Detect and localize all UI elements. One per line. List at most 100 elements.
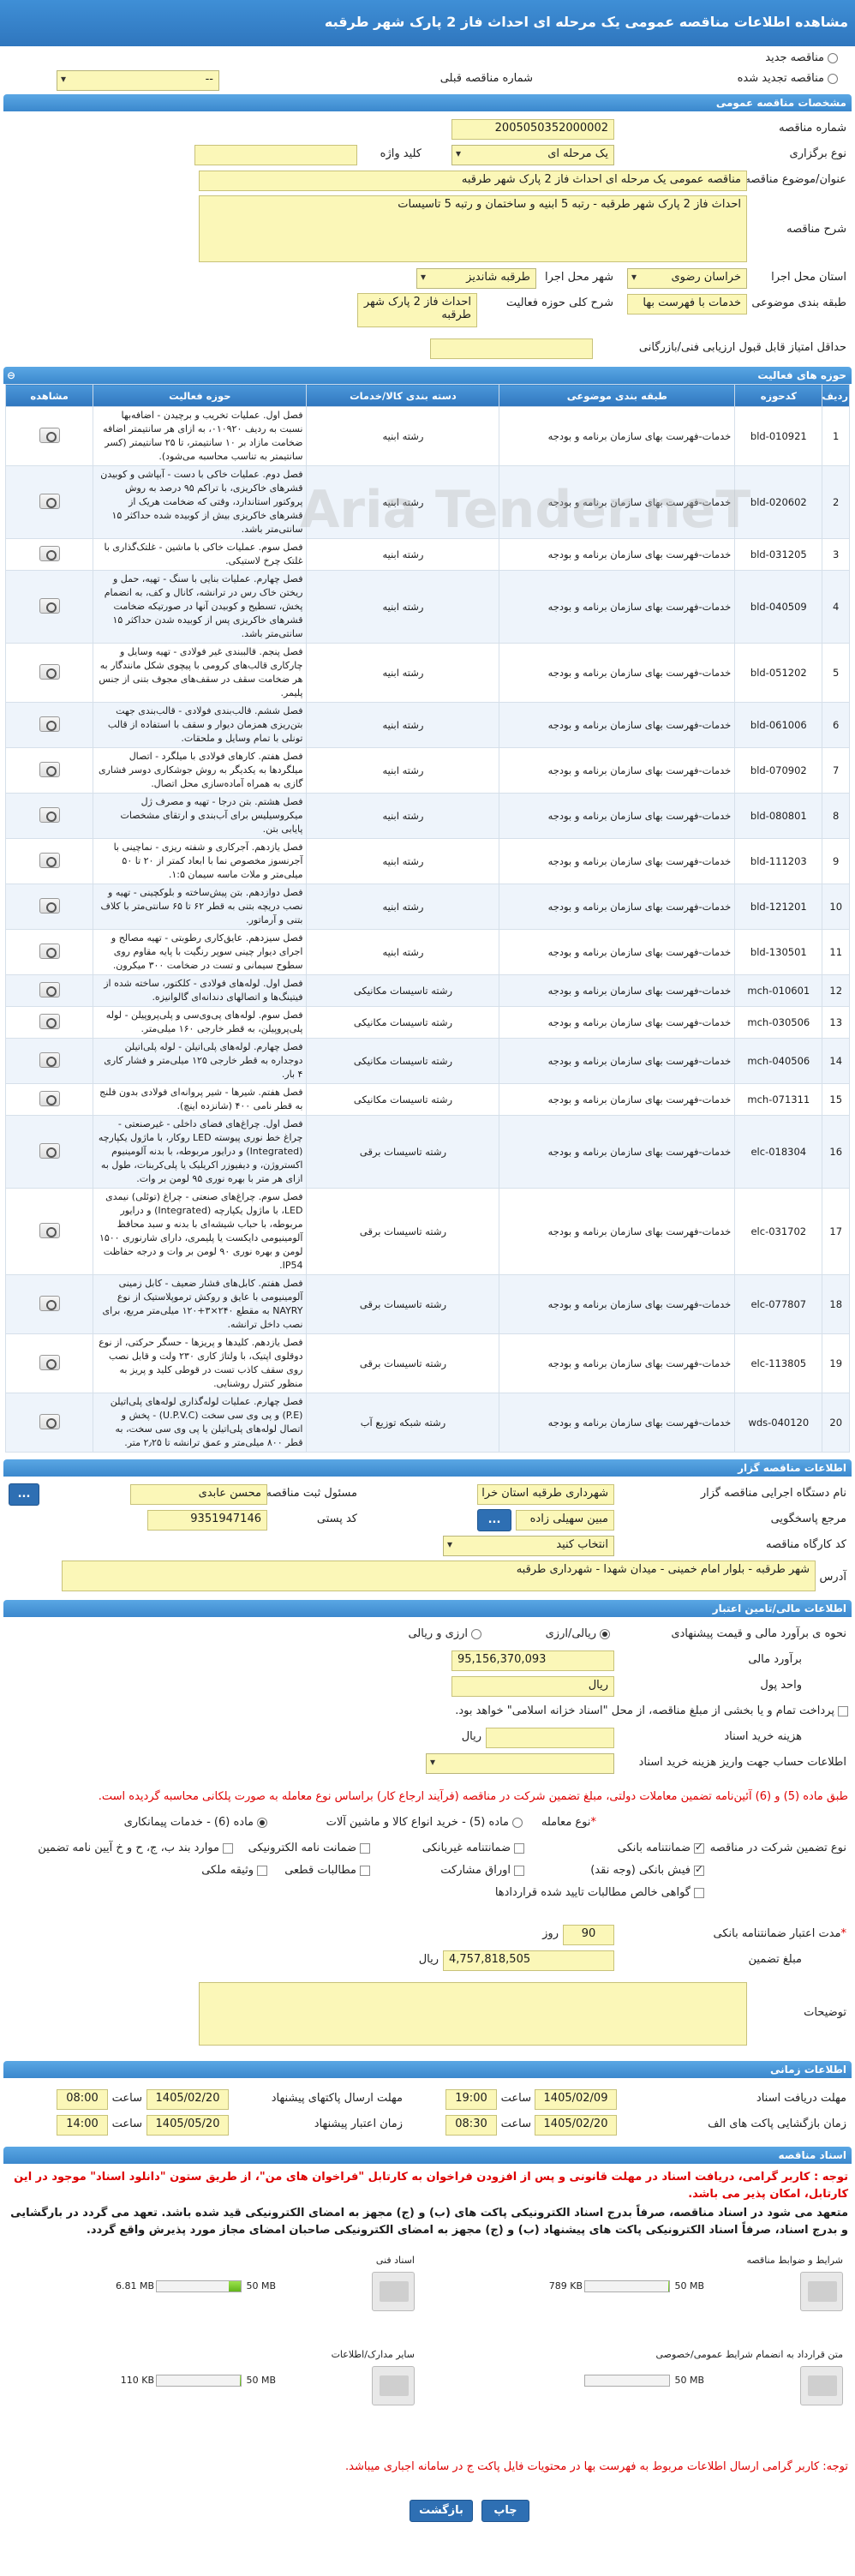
workshop-select[interactable]: انتخاب کنید [443,1536,614,1556]
view-icon[interactable] [39,806,60,823]
view-icon[interactable] [39,1413,60,1429]
check-nonbank-guarantee[interactable]: ضمانتنامه غیربانکی [422,1842,524,1854]
file-contract[interactable]: متن قرارداد به انضمام شرایط عمومی/خصوصی … [433,2344,850,2412]
row-activity: فصل هفتم. شیرها - شیر پروانه‌ای فولادی ب… [93,1083,308,1116]
view-icon[interactable] [39,597,60,614]
new-tender-radio[interactable]: مناقصه جدید [765,51,838,64]
row-category: خدمات-فهرست بهای سازمان برنامه و بودجه [499,974,736,1007]
renewed-tender-label: مناقصه تجدید شده [737,72,824,85]
check-bonds[interactable]: اوراق مشارکت [440,1864,524,1877]
row-category: خدمات-فهرست بهای سازمان برنامه و بودجه [499,643,736,703]
row-activity: فصل چهارم. لوله‌های پلی‌اتیلن - لوله پلی… [93,1038,308,1084]
type-select[interactable]: یک مرحله ای [451,145,614,165]
row-view-cell [4,643,94,703]
view-icon[interactable] [39,663,60,680]
row-number: 10 [822,884,850,930]
unit-row: واحد پول ریال [5,1674,850,1699]
new-tender-row: مناقصه جدید [5,48,850,69]
send-label: مهلت ارسال پاکتهای پیشنهاد [271,2092,403,2105]
view-icon[interactable] [39,1354,60,1370]
collapse-icon[interactable]: ⊖ [7,367,15,384]
file-technical[interactable]: اسناد فنی 6.81 MB 50 MB [5,2250,422,2318]
checkbox-icon [223,1842,233,1854]
row-number: 7 [822,747,850,794]
radio-icon [600,1628,610,1639]
ref-select-button[interactable]: ... [477,1509,511,1531]
view-icon[interactable] [39,897,60,914]
view-icon[interactable] [39,852,60,868]
doc-receive-date: 1405/02/09 [535,2089,617,2110]
prev-number-select[interactable]: -- [57,70,219,91]
view-icon[interactable] [39,427,60,443]
view-icon[interactable] [39,493,60,509]
back-button[interactable]: بازگشت [410,2500,473,2522]
row-group: رشته ابنیه [306,643,500,703]
view-icon[interactable] [39,1090,60,1106]
min-score-label: حداقل امتیاز قابل قبول ارزیابی فنی/بازرگ… [638,341,846,354]
check-electronic-guarantee[interactable]: ضمانت نامه الکترونیکی [248,1842,370,1854]
unit-label: واحد پول [760,1679,802,1692]
row-number: 19 [822,1333,850,1393]
deal-opt-6[interactable]: ماده (6) - خدمات پیمانکاری [124,1816,267,1829]
row-activity: فصل هفتم. کابل‌های فشار ضعیف - کابل زمین… [93,1274,308,1334]
radio-icon [828,73,838,84]
guarantee-amount-label: مبلغ تضمین [748,1953,802,1966]
print-button[interactable]: چاپ [481,2500,529,2522]
notes-row: توضیحات [5,1980,850,2049]
province-select[interactable]: خراسان رضوی [627,268,747,289]
table-row: 7 bld-070902 خدمات-فهرست بهای سازمان برنام… [4,747,850,794]
row-view-cell [4,406,94,466]
row-group: رشته تاسیسات مکانیکی [306,1038,500,1084]
check-net-claims[interactable]: گواهی خالص مطالبات تایید شده قراردادها [495,1886,704,1899]
renewed-tender-radio[interactable]: مناقصه تجدید شده [738,72,838,85]
currency-option[interactable]: ارزی و ریالی [408,1627,481,1640]
view-icon[interactable] [39,1051,60,1068]
view-icon[interactable] [39,1295,60,1311]
renewed-tender-row: مناقصه تجدید شده شماره مناقصه قبلی -- [5,69,850,91]
row-activity: فصل اول. چراغ‌های فضای داخلی - غیرصنعتی … [93,1115,308,1189]
check-clauses[interactable]: موارد بند ب، ج، ح و خ آیین نامه تضمین [38,1842,233,1854]
row-category: خدمات-فهرست بهای سازمان برنامه و بودجه [499,929,736,975]
view-icon[interactable] [39,761,60,777]
row-number: 16 [822,1115,850,1189]
guarantee-amount-row: مبلغ تضمین 4,757,818,505 ریال [5,1948,850,1974]
validity-label: *مدت اعتبار ضمانتنامه بانکی [713,1927,846,1940]
checkbox-icon [514,1865,524,1876]
organizer-more-button[interactable]: ... [9,1483,39,1506]
check-bank-receipt[interactable]: فیش بانکی (وجه نقد) [590,1863,704,1877]
row-code: bld-031205 [734,538,823,571]
file-other[interactable]: سایر مدارک/اطلاعات 110 KB 50 MB [5,2344,422,2412]
radio-icon [471,1628,481,1639]
radio-icon [257,1817,267,1828]
check-bank-guarantee[interactable]: ضمانتنامه بانکی [618,1841,704,1854]
view-icon[interactable] [39,1013,60,1029]
doc-receive-time: 19:00 [445,2089,497,2110]
account-select[interactable] [426,1753,614,1774]
rial-option[interactable]: ریالی/ارزی [546,1627,610,1640]
row-category: خدمات-فهرست بهای سازمان برنامه و بودجه [499,1038,736,1084]
row-view-cell [4,538,94,571]
table-row: 1 bld-010921 خدمات-فهرست بهای سازمان برنام… [4,406,850,466]
check-claims[interactable]: مطالبات قطعی [284,1864,370,1877]
view-icon[interactable] [39,981,60,997]
view-icon[interactable] [39,716,60,732]
check-property[interactable]: وثیقه ملکی [201,1864,267,1877]
action-buttons: چاپ بازگشت [0,2493,855,2536]
view-icon[interactable] [39,1222,60,1238]
row-group: رشته تاسیسات برقی [306,1274,500,1334]
view-icon[interactable] [39,943,60,959]
deal-opt-5[interactable]: ماده (5) - خرید انواع کالا و ماشین آلات [326,1816,523,1829]
province-row: استان محل اجرا خراسان رضوی شهر محل اجرا … [5,266,850,291]
timing-row-2: زمان بازگشایی پاکت های الف 1405/02/20 سا… [5,2112,850,2138]
view-icon[interactable] [39,545,60,561]
keyword-field[interactable] [194,145,357,165]
view-icon[interactable] [39,1142,60,1159]
checkbox-icon [694,1841,704,1854]
city-select[interactable]: طرقبه شاندیز [416,268,536,289]
treasury-checkbox[interactable]: پرداخت تمام و یا بخشی از مبلغ مناقصه، از… [455,1704,848,1717]
file-conditions[interactable]: شرایط و ضوابط مناقصه 789 KB 50 MB [433,2250,850,2318]
row-code: mch-040506 [734,1038,823,1084]
file-max: 50 MB [674,2280,704,2291]
table-row: 19 elc-113805 خدمات-فهرست بهای سازمان برنا… [4,1333,850,1393]
checkbox-icon [838,1705,848,1716]
